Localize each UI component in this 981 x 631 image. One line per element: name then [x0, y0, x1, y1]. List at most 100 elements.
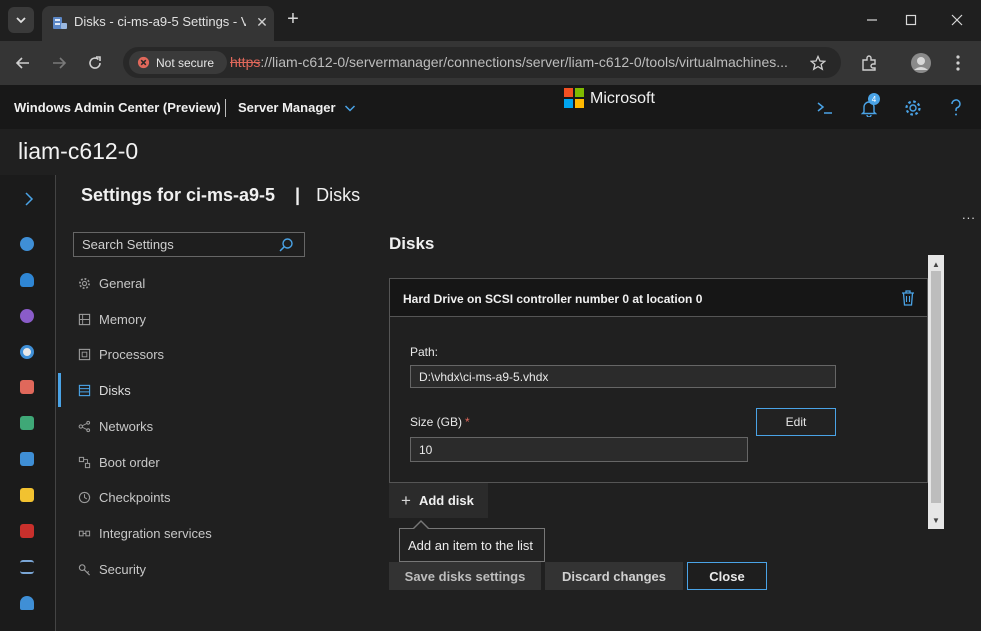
search-icon[interactable]	[278, 237, 294, 253]
settings-section: Disks	[316, 185, 361, 205]
nav-item-label: Processors	[99, 346, 165, 362]
scroll-up-arrow-icon[interactable]: ▲	[928, 257, 944, 271]
disk-card-header: Hard Drive on SCSI controller number 0 a…	[390, 279, 927, 317]
scroll-down-arrow-icon[interactable]: ▼	[928, 513, 944, 527]
nav-item-networks[interactable]: Networks	[56, 409, 316, 443]
microsoft-logo-icon	[564, 88, 584, 108]
profile-avatar-icon[interactable]	[909, 51, 933, 75]
required-indicator: *	[465, 415, 470, 429]
minimize-icon[interactable]	[860, 8, 884, 32]
nav-item-integration-services[interactable]: Integration services	[56, 516, 316, 550]
settings-gear-icon[interactable]	[901, 96, 925, 120]
nav-item-security[interactable]: Security	[56, 552, 316, 586]
tab-close-icon[interactable]: ✕	[252, 12, 272, 32]
size-label-text: Size (GB)	[410, 415, 463, 429]
close-window-icon[interactable]	[945, 8, 969, 32]
microsoft-brand: Microsoft	[590, 90, 655, 107]
bookmark-star-icon[interactable]	[808, 53, 828, 73]
add-disk-button[interactable]: + Add disk	[389, 483, 488, 518]
nav-item-label: General	[99, 275, 146, 291]
app-title[interactable]: Windows Admin Center (Preview)	[14, 100, 221, 115]
address-bar[interactable]: Not secure https://liam-c612-0/serverman…	[123, 47, 841, 78]
disk-card-title: Hard Drive on SCSI controller number 0 a…	[403, 292, 703, 306]
security-chip[interactable]: Not secure	[129, 51, 227, 74]
url-path: ://liam-c612-0/servermanager/connections…	[260, 54, 788, 70]
chevron-down-icon	[16, 17, 26, 24]
tool-rail	[0, 175, 56, 631]
extensions-icon[interactable]	[857, 51, 881, 75]
powershell-icon[interactable]	[813, 96, 837, 120]
server-favicon-icon	[53, 17, 67, 29]
settings-breadcrumb: Settings for ci-ms-a9-5 | Disks	[81, 185, 360, 206]
discard-changes-button[interactable]: Discard changes	[545, 562, 683, 590]
nav-item-general[interactable]: General	[56, 266, 316, 300]
expand-rail-chevron-icon[interactable]	[18, 187, 40, 211]
more-actions-icon[interactable]: ...	[962, 207, 976, 222]
nav-item-checkpoints[interactable]: Checkpoints	[56, 480, 316, 514]
tooltip-arrow-fill	[414, 522, 428, 529]
tab-list-button[interactable]	[8, 7, 34, 33]
size-field[interactable]	[410, 437, 748, 462]
browser-tab[interactable]: Disks - ci-ms-a9-5 Settings - Virtual Ma…	[42, 6, 274, 41]
plus-icon: +	[401, 490, 411, 510]
events-tool-icon[interactable]	[20, 380, 34, 394]
checkpoint-icon	[77, 490, 91, 504]
storage-tool-icon[interactable]	[20, 452, 34, 466]
firewall-tool-icon[interactable]	[20, 524, 34, 538]
nav-item-label: Checkpoints	[99, 489, 171, 505]
nav-item-label: Boot order	[99, 454, 160, 470]
add-disk-tooltip: Add an item to the list	[399, 528, 545, 562]
security-icon	[77, 562, 91, 576]
not-secure-label: Not secure	[156, 55, 215, 70]
nav-item-boot-order[interactable]: Boot order	[56, 445, 316, 479]
browser-menu-icon[interactable]	[946, 51, 970, 75]
chevron-down-icon	[344, 104, 355, 112]
forward-arrow-icon[interactable]	[47, 51, 71, 75]
boot-icon	[77, 455, 91, 469]
url-text[interactable]: https://liam-c612-0/servermanager/connec…	[230, 54, 788, 70]
search-settings-box[interactable]	[73, 232, 305, 257]
disks-heading: Disks	[389, 234, 435, 253]
disk-card: Hard Drive on SCSI controller number 0 a…	[389, 278, 928, 483]
size-label: Size (GB) *	[410, 415, 470, 429]
settings-title: Settings for ci-ms-a9-5	[81, 185, 276, 205]
processor-icon	[77, 347, 91, 361]
trash-icon[interactable]	[900, 289, 916, 307]
browser-toolbar: Not secure https://liam-c612-0/serverman…	[0, 41, 981, 85]
help-icon[interactable]	[944, 96, 968, 120]
dashboard-tool-icon[interactable]	[20, 345, 34, 359]
url-scheme: https	[230, 54, 261, 70]
overview-tool-icon[interactable]	[20, 237, 34, 251]
nav-item-label: Disks	[99, 382, 131, 398]
browser-tab-bar: Disks - ci-ms-a9-5 Settings - Virtual Ma…	[0, 0, 981, 41]
close-button[interactable]: Close	[687, 562, 767, 590]
nav-item-disks[interactable]: Disks	[56, 373, 316, 407]
nav-item-memory[interactable]: Memory	[56, 302, 316, 336]
nav-item-label: Security	[99, 561, 146, 577]
users-tool-icon[interactable]	[20, 596, 34, 610]
files-folder-icon[interactable]	[20, 488, 34, 502]
save-disks-settings-button[interactable]: Save disks settings	[389, 562, 541, 590]
cluster-tool-icon[interactable]	[20, 309, 34, 323]
disk-icon	[77, 383, 91, 397]
reload-icon[interactable]	[83, 51, 107, 75]
network-tool-icon[interactable]	[20, 416, 34, 430]
back-arrow-icon[interactable]	[11, 51, 35, 75]
list-tool-icon[interactable]	[20, 560, 34, 574]
nav-item-label: Memory	[99, 311, 146, 327]
path-label: Path:	[410, 345, 439, 359]
integration-icon	[77, 526, 91, 540]
search-input[interactable]	[74, 233, 274, 256]
maximize-icon[interactable]	[899, 8, 923, 32]
network-icon	[77, 419, 91, 433]
nav-item-processors[interactable]: Processors	[56, 337, 316, 371]
edit-path-button[interactable]: Edit	[756, 408, 836, 436]
memory-icon	[77, 312, 91, 326]
scroll-thumb[interactable]	[931, 271, 941, 503]
azure-tool-icon[interactable]	[20, 273, 34, 287]
vertical-scrollbar[interactable]: ▲ ▼	[928, 255, 944, 529]
server-manager-dropdown[interactable]: Server Manager	[238, 100, 356, 115]
new-tab-icon[interactable]: +	[282, 8, 304, 30]
path-field[interactable]	[410, 365, 836, 388]
server-manager-label: Server Manager	[238, 100, 336, 115]
